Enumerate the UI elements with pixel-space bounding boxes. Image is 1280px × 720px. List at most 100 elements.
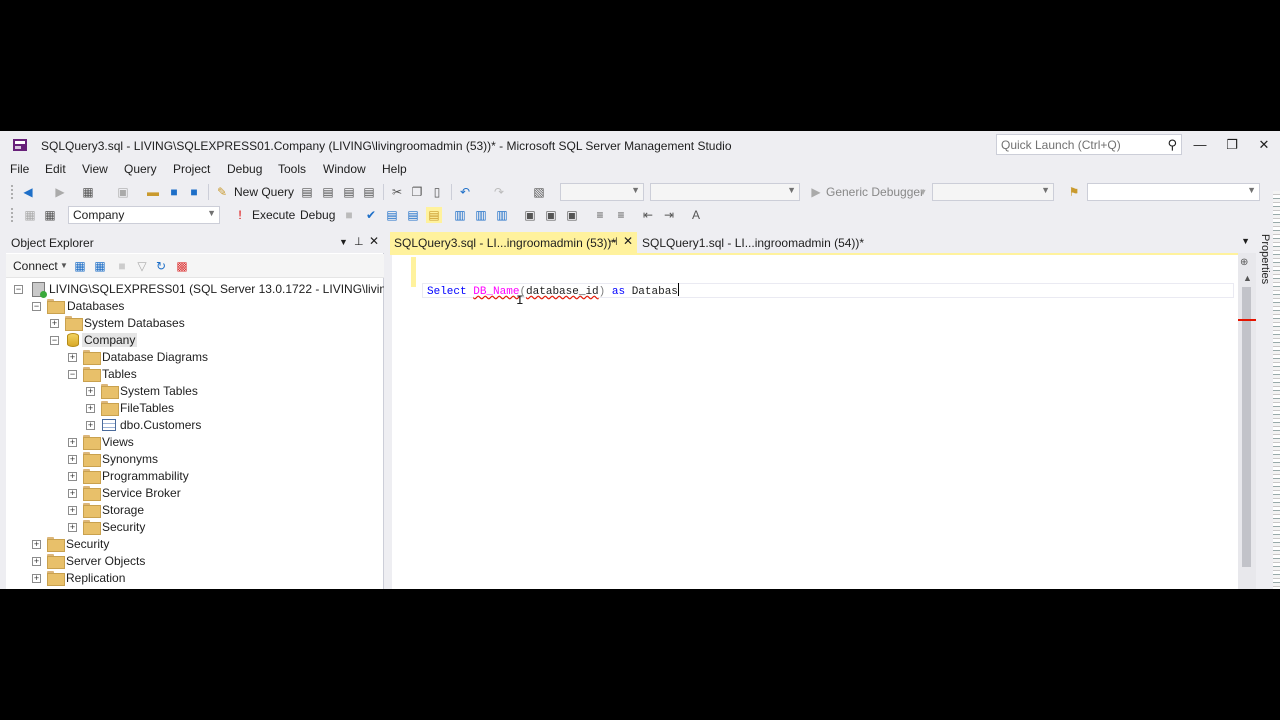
menu-edit[interactable]: Edit xyxy=(45,162,66,176)
search-icon[interactable]: ⚲ xyxy=(1167,137,1177,153)
uncomment-icon[interactable]: ≡ xyxy=(613,207,629,223)
back-icon[interactable]: ◀ xyxy=(20,184,36,200)
client-stats-icon[interactable]: ▥ xyxy=(494,207,510,223)
start-debugger-icon[interactable]: ▶ xyxy=(808,184,824,200)
include-plan-icon[interactable]: ▥ xyxy=(452,207,468,223)
expand-icon[interactable]: + xyxy=(68,506,77,515)
close-panel-icon[interactable]: ✕ xyxy=(369,234,379,248)
query-editor[interactable]: Select DB_Name(database_id) as Databas I xyxy=(392,255,1238,589)
activity-icon[interactable]: ▩ xyxy=(174,258,190,274)
pin-tab-icon[interactable]: ⊣ xyxy=(608,235,618,248)
copy-icon[interactable]: ❐ xyxy=(409,184,425,200)
tree-node-server-objects[interactable]: + Server Objects xyxy=(6,553,384,570)
expand-icon[interactable]: + xyxy=(68,438,77,447)
expand-icon[interactable]: + xyxy=(68,472,77,481)
tree-node-databases[interactable]: − Databases xyxy=(6,298,384,315)
tabs-dropdown-icon[interactable]: ▼ xyxy=(1241,236,1250,246)
tree-node-synonyms[interactable]: + Synonyms xyxy=(6,451,384,468)
expand-icon[interactable]: + xyxy=(68,455,77,464)
tree-node-server[interactable]: − LIVING\SQLEXPRESS01 (SQL Server 13.0.1… xyxy=(6,281,384,298)
connect-button[interactable]: Connect xyxy=(13,259,58,273)
tab-sqlquery3[interactable]: SQLQuery3.sql - LI...ingroomadmin (53))*… xyxy=(390,232,637,253)
tree-node-db-security[interactable]: + Security xyxy=(6,519,384,536)
cancel-query-icon[interactable]: ■ xyxy=(341,207,357,223)
change-connection-icon[interactable]: ▦ xyxy=(42,207,58,223)
analysis-query-icon[interactable]: ▤ xyxy=(320,184,336,200)
activity-monitor-icon[interactable]: ▧ xyxy=(531,184,547,200)
specify-values-icon[interactable]: A xyxy=(688,207,704,223)
query-designer-icon[interactable]: ▤ xyxy=(405,207,421,223)
tree-node-tables[interactable]: − Tables xyxy=(6,366,384,383)
solution-config-combo[interactable]: ▼ xyxy=(560,183,644,201)
generic-debugger-button[interactable]: Generic Debugger xyxy=(826,185,924,199)
available-databases-combo[interactable]: Company ▼ xyxy=(68,206,220,224)
debug-target-combo[interactable]: ▼ xyxy=(932,183,1054,201)
intellisense-icon[interactable]: ▤ xyxy=(426,207,442,223)
tree-node-system-tables[interactable]: + System Tables xyxy=(6,383,384,400)
menu-project[interactable]: Project xyxy=(173,162,210,176)
window-position-icon[interactable]: ▼ xyxy=(339,237,348,247)
collapse-icon[interactable]: − xyxy=(68,370,77,379)
connect-icon[interactable]: ▦ xyxy=(22,207,38,223)
debug-button[interactable]: Debug xyxy=(300,208,335,222)
expand-icon[interactable]: + xyxy=(68,489,77,498)
increase-indent-icon[interactable]: ⇥ xyxy=(661,207,677,223)
collapse-icon[interactable]: − xyxy=(32,302,41,311)
tree-node-dbo-customers[interactable]: + dbo.Customers xyxy=(6,417,384,434)
close-window-button[interactable]: ✕ xyxy=(1250,135,1278,155)
menu-file[interactable]: File xyxy=(10,162,29,176)
expand-icon[interactable]: + xyxy=(68,353,77,362)
tree-node-storage[interactable]: + Storage xyxy=(6,502,384,519)
debugger-dropdown-icon[interactable]: ▼ xyxy=(915,184,931,200)
mining-query-icon[interactable]: ▤ xyxy=(341,184,357,200)
connect-dropdown-icon[interactable]: ▼ xyxy=(56,258,72,274)
platform-combo[interactable]: ▼ xyxy=(650,183,800,201)
expand-icon[interactable]: + xyxy=(86,421,95,430)
db-engine-query-icon[interactable]: ▤ xyxy=(299,184,315,200)
execute-button[interactable]: Execute xyxy=(252,208,295,222)
parse-icon[interactable]: ✔ xyxy=(363,207,379,223)
expand-icon[interactable]: + xyxy=(32,540,41,549)
expand-icon[interactable]: + xyxy=(32,574,41,583)
undo-icon[interactable]: ↶ xyxy=(457,184,473,200)
expand-icon[interactable]: + xyxy=(50,319,59,328)
tab-sqlquery1[interactable]: SQLQuery1.sql - LI...ingroomadmin (54))* xyxy=(640,232,864,253)
expand-icon[interactable]: + xyxy=(32,557,41,566)
tree-node-replication[interactable]: + Replication xyxy=(6,570,384,587)
minimize-button[interactable]: — xyxy=(1186,135,1214,155)
comment-icon[interactable]: ≡ xyxy=(592,207,608,223)
redo-icon[interactable]: ↷ xyxy=(491,184,507,200)
split-window-icon[interactable]: ⊕ xyxy=(1240,257,1248,268)
tree-node-company[interactable]: − Company xyxy=(6,332,384,349)
forward-icon[interactable]: ▶ xyxy=(52,184,68,200)
save-all-icon[interactable]: ■ xyxy=(186,184,202,200)
find-in-files-icon[interactable]: ⚑ xyxy=(1066,184,1082,200)
menu-query[interactable]: Query xyxy=(124,162,157,176)
save-icon[interactable]: ■ xyxy=(166,184,182,200)
expand-icon[interactable]: + xyxy=(86,404,95,413)
code-line-1[interactable]: Select DB_Name(database_id) as Databas xyxy=(427,283,679,300)
new-project-icon[interactable]: ▦ xyxy=(80,184,96,200)
paste-icon[interactable]: ▯ xyxy=(429,184,445,200)
tree-node-filetables[interactable]: + FileTables xyxy=(6,400,384,417)
results-file-icon[interactable]: ▣ xyxy=(564,207,580,223)
new-query-button[interactable]: New Query xyxy=(234,185,294,199)
tree-node-security[interactable]: + Security xyxy=(6,536,384,553)
toolbar-grip[interactable] xyxy=(10,184,14,200)
tree-node-views[interactable]: + Views xyxy=(6,434,384,451)
add-item-icon[interactable]: ▣ xyxy=(115,184,131,200)
refresh-icon[interactable]: ↻ xyxy=(153,258,169,274)
expand-icon[interactable]: + xyxy=(86,387,95,396)
menu-tools[interactable]: Tools xyxy=(278,162,306,176)
open-file-icon[interactable]: ▬ xyxy=(145,184,161,200)
menu-help[interactable]: Help xyxy=(382,162,407,176)
filter-icon[interactable]: ▽ xyxy=(134,258,150,274)
connect-explorer-icon[interactable]: ▦ xyxy=(72,258,88,274)
tree-node-system-databases[interactable]: + System Databases xyxy=(6,315,384,332)
execute-icon[interactable]: ! xyxy=(232,207,248,223)
expand-icon[interactable]: + xyxy=(68,523,77,532)
toolbar-grip[interactable] xyxy=(10,207,14,223)
scrollbar-thumb[interactable] xyxy=(1242,287,1251,567)
find-combo[interactable]: ▼ xyxy=(1087,183,1260,201)
editor-vertical-scrollbar[interactable]: ⊕ ▲ xyxy=(1238,253,1256,589)
